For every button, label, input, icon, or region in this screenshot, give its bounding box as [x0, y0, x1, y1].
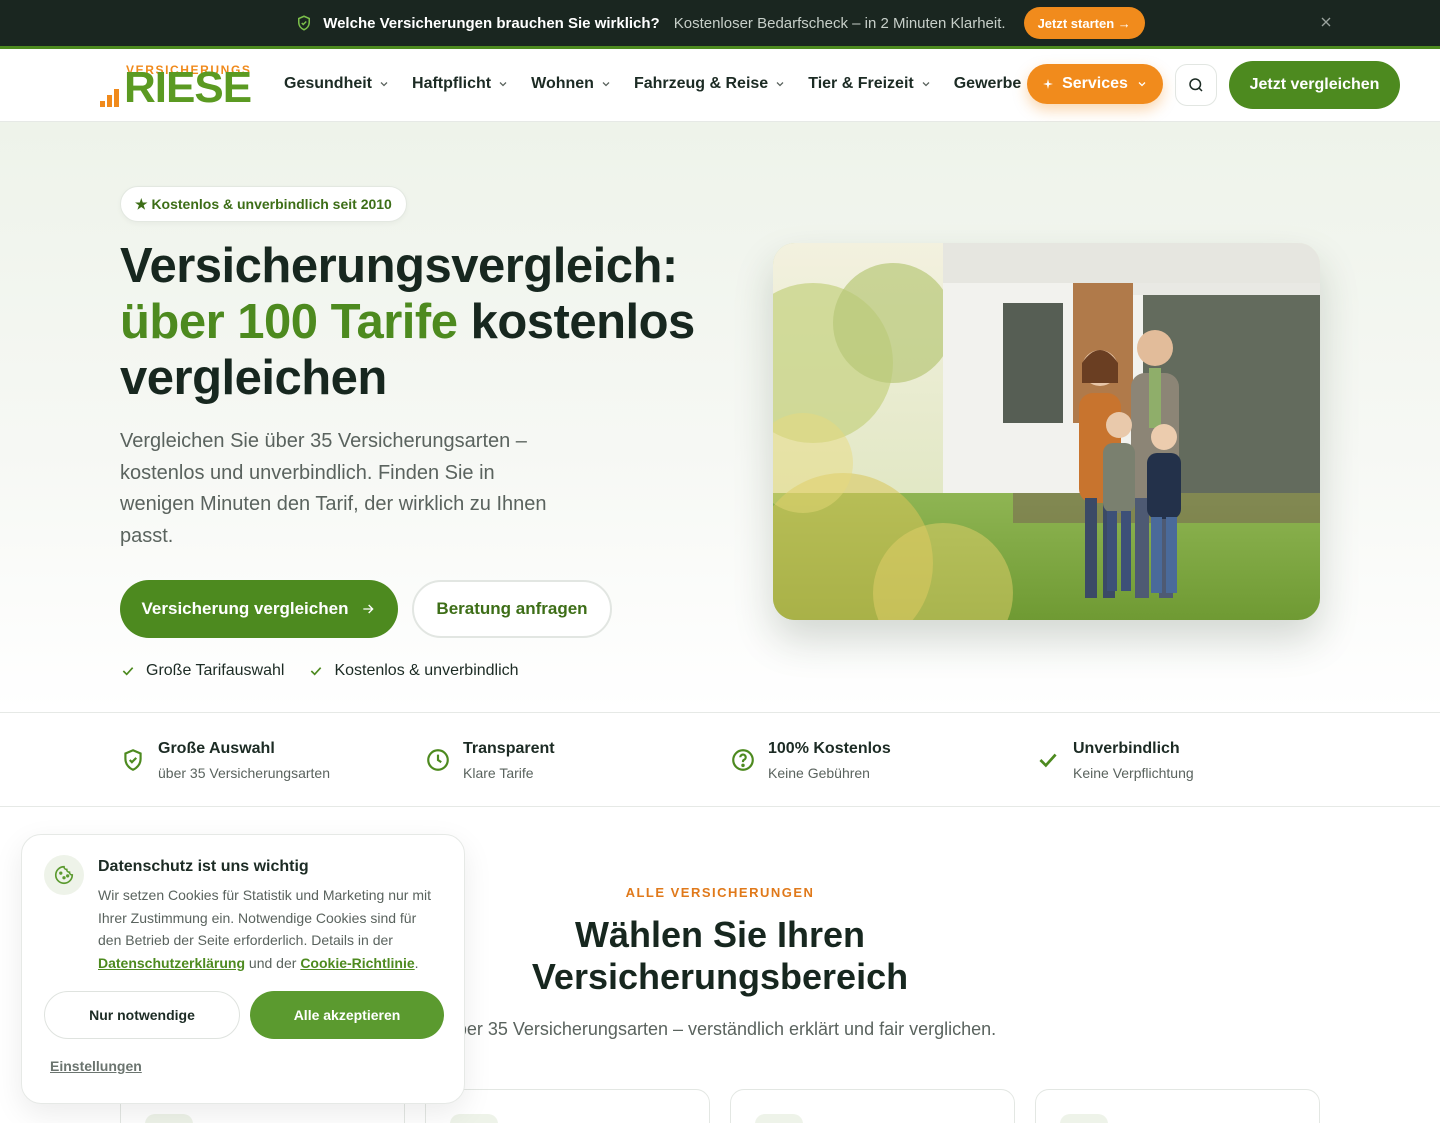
card-icon [755, 1114, 803, 1123]
privacy-policy-link[interactable]: Datenschutzerklärung [98, 955, 245, 971]
nav-item-tier-freizeit[interactable]: Tier & Freizeit [808, 71, 932, 97]
cookie-banner: Datenschutz ist uns wichtig Wir setzen C… [21, 834, 465, 1104]
logo-wordmark: RIESE [124, 63, 252, 112]
feature-item: Große Auswahl über 35 Versicherungsarten [120, 739, 330, 781]
shield-check-icon [124, 749, 142, 771]
nav-item-fahrzeug-reise[interactable]: Fahrzeug & Reise [634, 71, 786, 97]
nav-item-gesundheit[interactable]: Gesundheit [284, 71, 390, 97]
announcement-bar: Welche Versicherungen brauchen Sie wirkl… [0, 0, 1440, 46]
nav-label: Gesundheit [284, 75, 373, 92]
hero-subtitle: Vergleichen Sie über 35 Versicherungsart… [120, 430, 547, 547]
card-icon [450, 1114, 498, 1123]
nav-label: Fahrzeug & Reise [633, 75, 769, 92]
search-icon [1189, 78, 1203, 92]
section-title: Wählen Sie Ihren Versicherungsbereich [531, 914, 909, 997]
hero-section: ★ Kostenlos & unverbindlich seit 2010 Ve… [0, 122, 1440, 712]
site-logo[interactable]: VERSICHERUNGS RIESE [100, 63, 252, 112]
nav-item-haftpflicht[interactable]: Haftpflicht [412, 71, 509, 97]
nav-label: Wohnen [531, 75, 594, 92]
features-strip: Große Auswahl über 35 Versicherungsarten… [0, 712, 1440, 807]
cookie-policy-link[interactable]: Cookie-Richtlinie [300, 955, 414, 971]
compare-insurance-label: Versicherung vergleichen [141, 599, 349, 618]
cookie-settings-link[interactable]: Einstellungen [50, 1058, 142, 1074]
family-house-illustration [773, 243, 1320, 620]
chevron-down-icon [776, 82, 784, 87]
feature-title: Unverbindlich [1073, 740, 1180, 757]
cookie-text-intro: Wir setzen Cookies für Statistik und Mar… [98, 887, 432, 948]
announcement-content: Welche Versicherungen brauchen Sie wirkl… [295, 7, 1145, 39]
check-label: Große Tarifauswahl [146, 662, 285, 679]
announcement-text: Kostenloser Bedarfscheck – in 2 Minuten … [673, 14, 1006, 32]
check-item: Große Tarifauswahl [120, 662, 284, 680]
hero-title-line1: Versicherungsvergleich: [120, 239, 678, 293]
feature-text: Transparent Klare Tarife [463, 739, 555, 781]
cookie-title: Datenschutz ist uns wichtig [98, 858, 309, 875]
check-item: Kostenlos & unverbindlich [308, 662, 519, 680]
services-button[interactable]: Services [1027, 64, 1163, 104]
nav-item-wohnen[interactable]: Wohnen [531, 71, 612, 97]
feature-text: Große Auswahl über 35 Versicherungsarten [158, 739, 330, 781]
hero-title-highlight: über 100 Tarife [120, 295, 458, 349]
feature-subtitle: Keine Gebühren [768, 765, 870, 781]
feature-item: Unverbindlich Keine Verpflichtung [1035, 739, 1194, 781]
clock-icon [427, 749, 449, 771]
insurance-card[interactable] [730, 1089, 1015, 1123]
feature-item: Transparent Klare Tarife [425, 739, 555, 781]
announcement-cta-button[interactable]: Jetzt starten → [1023, 7, 1145, 39]
chevron-down-icon [380, 82, 388, 87]
sparkle-icon [1043, 79, 1054, 89]
chevron-down-icon [499, 82, 507, 87]
search-button[interactable] [1175, 64, 1217, 106]
header-compare-button[interactable]: Jetzt vergleichen [1229, 61, 1400, 109]
feature-subtitle: Klare Tarife [463, 765, 534, 781]
cookie-necessary-button[interactable]: Nur notwendige [44, 991, 240, 1039]
cookie-text-mid: und der [245, 954, 301, 971]
chevron-down-icon [922, 82, 930, 87]
feature-title: Große Auswahl [158, 740, 275, 757]
feature-item: 100% Kostenlos Keine Gebühren [730, 739, 891, 781]
request-advice-button[interactable]: Beratung anfragen [412, 580, 612, 638]
feature-text: 100% Kostenlos Keine Gebühren [768, 739, 891, 781]
feature-subtitle: Keine Verpflichtung [1073, 765, 1194, 781]
hero-checklist: Große Tarifauswahl Kostenlos & unverbind… [120, 662, 519, 680]
cookie-text: Wir setzen Cookies für Statistik und Mar… [98, 884, 443, 974]
check-icon [122, 667, 134, 676]
compare-insurance-button[interactable]: Versicherung vergleichen [120, 580, 398, 638]
feature-subtitle: über 35 Versicherungsarten [158, 765, 330, 781]
announcement-headline: Welche Versicherungen brauchen Sie wirkl… [323, 14, 660, 32]
hero-badge: ★ Kostenlos & unverbindlich seit 2010 [120, 186, 407, 222]
cookie-icon [54, 865, 74, 885]
main-nav: Gesundheit Haftpflicht Wohnen Fahrzeug &… [284, 71, 1061, 97]
shield-check-icon [298, 15, 311, 31]
cookie-icon-wrap [44, 855, 84, 895]
nav-label: Haftpflicht [412, 75, 492, 92]
logo-bars-icon [100, 89, 119, 107]
chevron-down-icon [1138, 82, 1146, 87]
card-icon [1060, 1114, 1108, 1123]
services-label: Services [1062, 75, 1128, 92]
hero-family-image [773, 243, 1320, 620]
check-icon [1039, 753, 1057, 768]
nav-label: Tier & Freizeit [808, 75, 914, 92]
card-icon [145, 1114, 193, 1123]
arrow-right-icon [363, 604, 375, 614]
site-header: VERSICHERUNGS RIESE Gesundheit Haftpflic… [0, 49, 1440, 122]
feature-title: Transparent [463, 740, 555, 757]
feature-title: 100% Kostenlos [768, 740, 891, 757]
nav-label: Gewerbe [953, 75, 1022, 92]
check-label: Kostenlos & unverbindlich [334, 662, 519, 679]
chevron-down-icon [602, 82, 610, 87]
help-circle-icon [732, 749, 754, 771]
feature-text: Unverbindlich Keine Verpflichtung [1073, 739, 1194, 781]
insurance-card[interactable] [1035, 1089, 1320, 1123]
cookie-text-end: . [414, 954, 419, 971]
cookie-accept-all-button[interactable]: Alle akzeptieren [250, 991, 444, 1039]
insurance-card[interactable] [425, 1089, 710, 1123]
hero-title: Versicherungsvergleich: über 100 Tarife … [120, 238, 740, 406]
close-icon[interactable] [1318, 14, 1334, 30]
check-icon [311, 667, 322, 676]
